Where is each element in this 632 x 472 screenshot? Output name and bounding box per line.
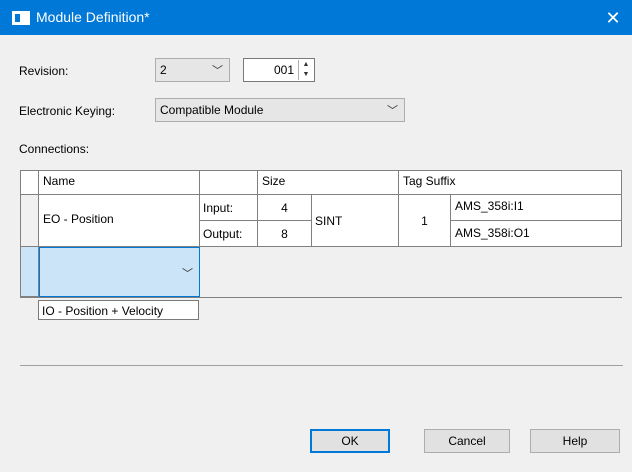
row-header-corner [21,171,39,195]
input-label-cell: Input: [200,195,258,221]
close-icon[interactable]: ✕ [602,8,624,28]
ok-button[interactable]: OK [310,429,390,453]
row-header[interactable] [21,195,39,247]
input-tag: AMS_358i:I1 [455,199,524,213]
keying-value: Compatible Module [160,103,264,117]
connection-name-cell[interactable]: EO - Position [39,195,200,247]
revision-major-value: 2 [160,63,167,77]
data-type: SINT [315,214,343,228]
input-tag-cell[interactable]: AMS_358i:I1 [451,195,622,221]
revision-minor-stepper[interactable]: 001 ▲ ▼ [243,58,315,82]
input-label: Input: [203,201,234,215]
column-header-tag-suffix[interactable]: Tag Suffix [399,171,622,195]
module-app-icon [12,11,30,25]
tag-count-cell: 1 [399,195,451,247]
help-button[interactable]: Help [530,429,620,453]
chevron-down-icon[interactable]: ﹀ [182,265,193,281]
output-label-cell: Output: [200,221,258,247]
chevron-down-icon: ﹀ [387,105,398,117]
chevron-down-icon: ﹀ [212,65,223,77]
column-header-size[interactable]: Size [258,171,399,195]
output-size: 8 [281,227,288,241]
keying-select[interactable]: Compatible Module ﹀ [155,98,405,122]
column-header-blank [200,171,258,195]
up-arrow-icon[interactable]: ▲ [299,60,313,70]
revision-minor-value: 001 [273,63,294,77]
input-size: 4 [281,201,288,215]
stepper-buttons[interactable]: ▲ ▼ [298,60,313,80]
connection-name-dropdown[interactable]: ﹀ [39,247,200,297]
new-row-header[interactable] [21,247,39,297]
window-title: Module Definition* [36,9,150,25]
separator [20,365,623,366]
output-label: Output: [203,227,243,241]
tag-count: 1 [421,214,428,228]
connections-grid[interactable]: Name Size Tag Suffix EO - Position Input… [20,170,622,298]
data-type-cell[interactable]: SINT [312,195,399,247]
output-tag: AMS_358i:O1 [455,226,530,240]
output-tag-cell[interactable]: AMS_358i:O1 [451,221,622,247]
title-bar: Module Definition* ✕ [0,0,632,35]
connection-name: EO - Position [43,212,114,226]
revision-major-select[interactable]: 2 ﹀ [155,58,230,82]
down-arrow-icon[interactable]: ▼ [299,70,313,80]
revision-label: Revision: [19,64,69,78]
connection-dropdown-list[interactable]: IO - Position + Velocity [38,300,199,320]
grid-empty-area [200,247,622,297]
output-size-cell[interactable]: 8 [258,221,312,247]
keying-label: Electronic Keying: [19,104,116,118]
column-header-name[interactable]: Name [39,171,200,195]
dropdown-option[interactable]: IO - Position + Velocity [42,304,163,318]
connections-label: Connections: [19,142,90,156]
input-size-cell[interactable]: 4 [258,195,312,221]
cancel-button[interactable]: Cancel [424,429,510,453]
